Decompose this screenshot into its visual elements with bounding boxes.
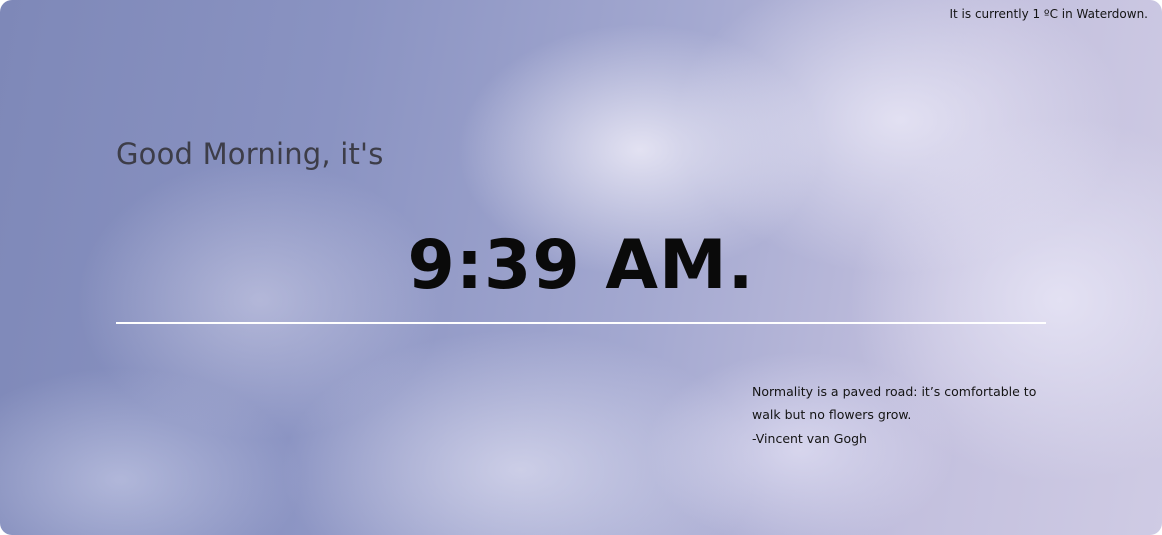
greeting-text: Good Morning, it's: [116, 137, 384, 171]
quote-text: Normality is a paved road: it’s comforta…: [752, 384, 1037, 422]
sky-clouds-background: It is currently 1 ºC in Waterdown. Good …: [0, 0, 1162, 535]
clock-time: 9:39 AM.: [407, 226, 755, 305]
weather-status: It is currently 1 ºC in Waterdown.: [949, 7, 1148, 21]
divider-line: [116, 322, 1046, 324]
quote-author: -Vincent van Gogh: [752, 431, 867, 446]
